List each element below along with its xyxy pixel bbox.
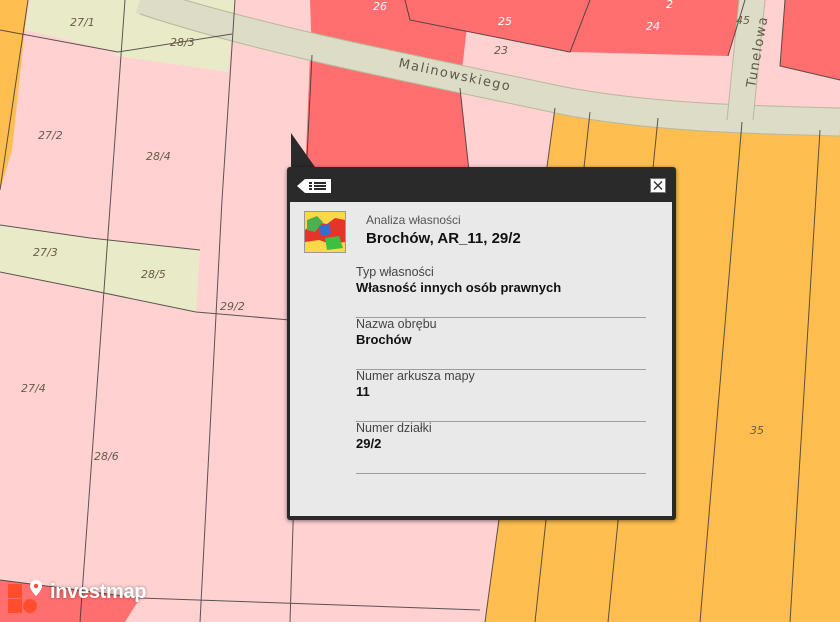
field-label: Typ własności [356, 265, 434, 279]
parcel-label: 28/3 [170, 36, 195, 49]
ownership-analysis-icon [304, 211, 346, 253]
field-precinct-name: Nazwa obrębu Brochów [356, 317, 646, 370]
field-value: Brochów [356, 332, 412, 347]
field-parcel-number: Numer działki 29/2 [356, 421, 646, 474]
parcel-label: 28/4 [146, 150, 171, 163]
parcel-label: 27/1 [70, 16, 95, 29]
parcel-label: 35 [750, 424, 764, 437]
field-map-sheet-number: Numer arkusza mapy 11 [356, 369, 646, 422]
parcel-label: 27/4 [21, 382, 46, 395]
parcel-label: 26 [373, 0, 387, 13]
parcel-label: 23 [494, 44, 508, 57]
close-icon[interactable] [650, 178, 666, 193]
investmap-logo-icon [8, 580, 42, 613]
popup-pointer [291, 133, 315, 167]
list-menu-icon[interactable] [297, 178, 331, 194]
parcel-label: 27/2 [38, 129, 63, 142]
field-ownership-type: Typ własności Własność innych osób prawn… [356, 265, 646, 318]
field-value: Własność innych osób prawnych [356, 280, 562, 295]
field-value: 11 [356, 384, 370, 399]
parcel-label: 28/5 [141, 268, 166, 281]
info-popup: Analiza własności Brochów, AR_11, 29/2 T… [287, 133, 676, 520]
field-label: Nazwa obrębu [356, 317, 437, 331]
parcel-label: 45 [736, 14, 750, 27]
parcel-label: 24 [646, 20, 660, 33]
popup-subtitle: Analiza własności [366, 213, 461, 227]
field-label: Numer działki [356, 421, 432, 435]
logo-text: investmap [50, 581, 147, 603]
parcel-label: 28/6 [94, 450, 119, 463]
field-value: 29/2 [356, 436, 382, 451]
parcel-label: 25 [498, 15, 512, 28]
investmap-logo[interactable]: investmap [8, 578, 147, 614]
field-label: Numer arkusza mapy [356, 369, 475, 383]
parcel-label: 27/3 [33, 246, 58, 259]
parcel-label: 29/2 [220, 300, 245, 313]
popup-title: Brochów, AR_11, 29/2 [366, 230, 521, 247]
parcel-label: 2 [666, 0, 673, 11]
